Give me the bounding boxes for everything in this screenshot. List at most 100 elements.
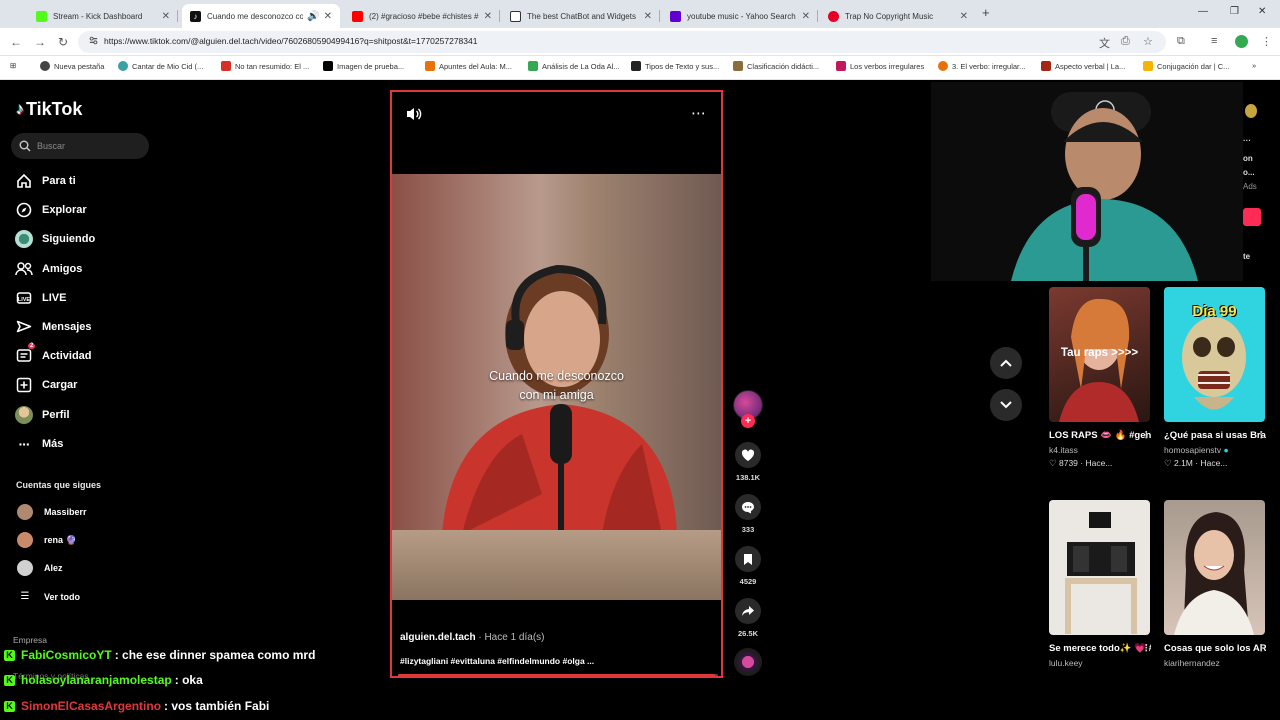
following-account[interactable]: Massiberr [17,504,87,520]
save-button[interactable]: 4529 [734,546,762,586]
search-input[interactable]: Buscar [11,133,149,159]
minimize-icon[interactable]: — [1198,6,1208,17]
more-bookmarks-icon[interactable]: » [1252,61,1256,70]
close-tab-icon[interactable]: ✕ [644,11,652,22]
nav-explorar[interactable]: Explorar [14,199,87,221]
tab-yahoo-search[interactable]: youtube music - Yahoo Search ✕ [662,4,818,28]
video-thumbnail[interactable]: Dia 99 [1164,287,1265,422]
tab-title: The best ChatBot and Widgets [527,11,636,21]
footer-company-link[interactable]: Empresa [13,635,47,645]
video-author[interactable]: alguien.del.tach · Hace 1 día(s) [400,632,545,643]
bookmark-item[interactable]: Aspecto verbal | La... [1041,61,1125,71]
media-controls-icon[interactable]: ≡ [1211,35,1217,47]
apps-grid-icon[interactable]: ⊞ [10,61,16,70]
site-info-icon[interactable] [88,35,99,46]
video-thumbnail[interactable] [1164,500,1265,635]
bookmark-item[interactable]: Imagen de prueba... [323,61,404,71]
bookmark-item[interactable]: No tan resumido: El ... [221,61,309,71]
video-thumbnail[interactable] [1049,500,1150,635]
recommended-video-card[interactable]: Cosas que solo los ARGENTINOS...⋮ kiarih… [1164,500,1266,668]
nav-mensajes[interactable]: Mensajes [14,316,92,338]
forward-icon[interactable]: → [34,35,46,49]
volume-icon[interactable] [405,106,423,122]
svg-text:LIVE: LIVE [18,297,31,303]
nav-perfil[interactable]: Perfil [14,404,70,426]
tab-youtube[interactable]: (2) #gracioso #bebe #chistes # ✕ [344,4,500,28]
bookmark-item[interactable]: Análisis de La Oda Al... [528,61,620,71]
profile-avatar-icon[interactable] [1235,35,1248,48]
new-tab-button[interactable]: + [982,5,990,20]
thumbnail-caption: Tau raps >>>> [1060,347,1139,359]
video-title[interactable]: Se merece todo✨ 💗 #casa #mam...⋮ [1049,641,1151,656]
video-author[interactable]: k4.itass [1049,445,1151,455]
back-icon[interactable]: ← [10,35,22,49]
tab-tiktok-video[interactable]: ♪ Cuando me desconozco co 🔊 ✕ [182,4,340,28]
video-progress-bar[interactable] [398,674,718,676]
kick-icon: K [4,649,15,661]
video-author[interactable]: homosapienstv ● [1164,445,1266,455]
see-all-link[interactable]: ☰ Ver todo [17,589,81,605]
more-options-icon[interactable]: ⋮ [1142,428,1152,443]
extensions-icon[interactable]: ⧉ [1177,35,1185,48]
music-disc-icon[interactable] [734,648,762,676]
nav-mas[interactable]: ··· Más [14,433,64,455]
recommended-video-card[interactable]: Tau raps >>>> LOS RAPS 👄 🔥 #genuineinter… [1049,287,1151,469]
recommended-video-card[interactable]: Se merece todo✨ 💗 #casa #mam...⋮ lulu.ke… [1049,500,1151,668]
comment-button[interactable]: 333 [734,494,762,534]
close-tab-icon[interactable]: ✕ [324,11,332,22]
bookmark-star-icon[interactable]: ☆ [1143,35,1153,48]
video-hashtags[interactable]: #lizytagliani #evittaluna #elfindelmundo… [400,656,594,666]
bookmark-item[interactable]: Los verbos irregulares [836,61,924,71]
close-tab-icon[interactable]: ✕ [802,11,810,22]
translate-icon[interactable]: 文 [1099,35,1110,51]
tab-title: (2) #gracioso #bebe #chistes # [369,11,479,21]
video-author[interactable]: lulu.keey [1049,658,1151,668]
edge-button[interactable] [1243,208,1261,226]
more-options-icon[interactable]: ⋮ [1257,641,1267,656]
nav-cargar[interactable]: Cargar [14,374,77,396]
bookmark-item[interactable]: Apuntes del Aula: M... [425,61,512,71]
close-tab-icon[interactable]: ✕ [162,11,170,22]
following-account[interactable]: Alez [17,560,63,576]
close-tab-icon[interactable]: ✕ [484,11,492,22]
bookmark-item[interactable]: Tipos de Texto y sus... [631,61,719,71]
more-options-icon[interactable]: ⋮ [1257,428,1267,443]
nav-siguiendo[interactable]: Siguiendo [14,228,95,250]
tab-pinterest[interactable]: Trap No Copyright Music ✕ [820,4,976,28]
video-title[interactable]: Cosas que solo los ARGENTINOS...⋮ [1164,641,1266,656]
share-button[interactable]: 26.5K [734,598,762,638]
nav-para-ti[interactable]: Para ti [14,170,76,192]
recommended-video-card[interactable]: Dia 99 ¿Qué pasa si usas Brackets durant… [1164,287,1266,469]
speaker-icon[interactable]: 🔊 [307,11,319,22]
video-title[interactable]: LOS RAPS 👄 🔥 #genuineinteract...⋮ [1049,428,1151,443]
like-button[interactable]: 138.1K [734,442,762,482]
more-options-icon[interactable]: ⋯ [691,104,707,122]
tiktok-logo[interactable]: ♪ TikTok [16,99,82,120]
nav-amigos[interactable]: Amigos [14,258,82,280]
url-omnibox[interactable]: https://www.tiktok.com/@alguien.del.tach… [78,31,1166,53]
bookmark-item[interactable]: Nueva pestaña [40,61,104,71]
bookmark-item[interactable]: Clasificación didácti... [733,61,819,71]
video-player[interactable]: ⋯ Cuando me desconozco con mi amiga algu… [390,90,723,678]
close-tab-icon[interactable]: ✕ [960,11,968,22]
tab-chatbot[interactable]: The best ChatBot and Widgets ✕ [502,4,660,28]
close-window-icon[interactable]: ✕ [1258,6,1266,17]
next-video-button[interactable] [990,389,1022,421]
video-title[interactable]: ¿Qué pasa si usas Brackets durante...⋮ [1164,428,1266,443]
tab-kick-dashboard[interactable]: Stream - Kick Dashboard ✕ [28,4,178,28]
bookmark-item[interactable]: Conjugación dar | C... [1143,61,1229,71]
follow-plus-button[interactable]: + [741,414,755,428]
cast-icon[interactable]: ⎙ [1121,35,1130,48]
reload-icon[interactable]: ↻ [58,35,68,49]
nav-actividad[interactable]: 2 Actividad [14,343,92,367]
maximize-icon[interactable]: ❐ [1230,6,1239,17]
chrome-menu-icon[interactable]: ⋮ [1261,35,1272,48]
previous-video-button[interactable] [990,347,1022,379]
video-author[interactable]: kiarihernandez [1164,658,1266,668]
following-account[interactable]: rena 🔮 [17,532,77,548]
bookmark-item[interactable]: Cantar de Mio Cid (... [118,61,203,71]
video-thumbnail[interactable]: Tau raps >>>> [1049,287,1150,422]
bookmark-item[interactable]: 3. El verbo: irregular... [938,61,1025,71]
nav-live[interactable]: LIVE LIVE [14,287,66,309]
more-options-icon[interactable]: ⋮ [1142,641,1152,656]
